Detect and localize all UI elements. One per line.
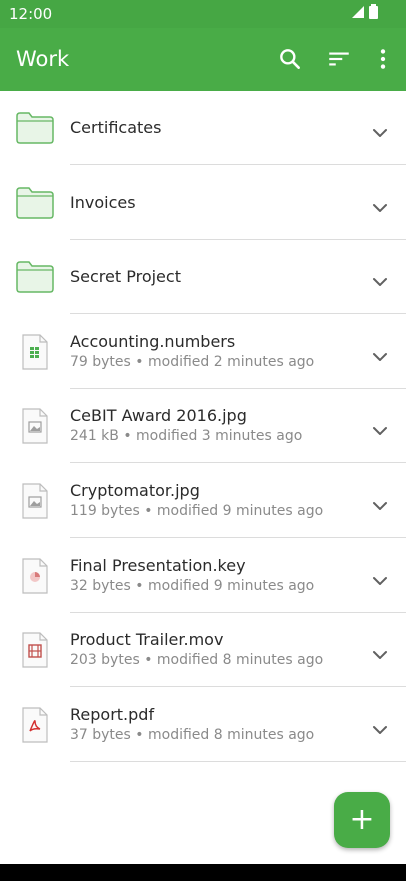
- folder-icon: [16, 261, 54, 297]
- image-file-icon: [21, 483, 49, 523]
- app-bar: Work: [0, 28, 406, 91]
- file-name: CeBIT Award 2016.jpg: [70, 406, 247, 426]
- file-meta: 79 bytes • modified 2 minutes ago: [70, 353, 315, 370]
- chevron-down-icon[interactable]: [372, 496, 388, 510]
- file-meta: 203 bytes • modified 8 minutes ago: [70, 652, 324, 669]
- spreadsheet-file-icon: [21, 334, 49, 374]
- image-file-icon: [21, 408, 49, 448]
- file-name: Final Presentation.key: [70, 555, 246, 575]
- chevron-down-icon[interactable]: [372, 123, 388, 137]
- signal-icon: [352, 6, 364, 18]
- folder-row[interactable]: Certificates: [0, 91, 406, 165]
- chevron-down-icon[interactable]: [372, 347, 388, 361]
- file-row[interactable]: Product Trailer.mov 203 bytes • modified …: [0, 613, 406, 688]
- folder-icon: [16, 112, 54, 148]
- chevron-down-icon[interactable]: [372, 198, 388, 212]
- pdf-file-icon: [21, 707, 49, 747]
- folder-name: Secret Project: [70, 267, 181, 287]
- file-row[interactable]: Cryptomator.jpg 119 bytes • modified 9 mi…: [0, 464, 406, 538]
- battery-icon: [369, 4, 378, 19]
- file-meta: 37 bytes • modified 8 minutes ago: [70, 726, 315, 743]
- file-row[interactable]: Accounting.numbers 79 bytes • modified 2 …: [0, 315, 406, 389]
- add-fab-button[interactable]: +: [334, 792, 390, 848]
- navigation-bar: [0, 864, 406, 881]
- file-row[interactable]: CeBIT Award 2016.jpg 241 kB • modified 3 …: [0, 389, 406, 464]
- file-meta: 241 kB • modified 3 minutes ago: [70, 428, 303, 445]
- divider: [70, 760, 406, 762]
- chevron-down-icon[interactable]: [372, 720, 388, 734]
- status-bar: 12:00: [0, 0, 406, 28]
- file-row[interactable]: Report.pdf 37 bytes • modified 8 minutes …: [0, 688, 406, 762]
- chevron-down-icon[interactable]: [372, 421, 388, 436]
- chevron-down-icon[interactable]: [372, 272, 388, 287]
- folder-row[interactable]: Invoices: [0, 166, 406, 240]
- page-title: Work: [16, 47, 70, 71]
- file-meta: 32 bytes • modified 9 minutes ago: [70, 577, 315, 594]
- sort-icon[interactable]: [326, 46, 352, 72]
- chevron-down-icon[interactable]: [372, 645, 388, 660]
- file-name: Report.pdf: [70, 704, 155, 724]
- file-meta: 119 bytes • modified 9 minutes ago: [70, 503, 324, 519]
- file-name: Product Trailer.mov: [70, 630, 224, 650]
- file-row[interactable]: Final Presentation.key 32 bytes • modifie…: [0, 539, 406, 613]
- chevron-down-icon[interactable]: [372, 571, 388, 585]
- status-time: 12:00: [9, 5, 53, 23]
- file-name: Accounting.numbers: [70, 331, 236, 351]
- folder-row[interactable]: Secret Project: [0, 240, 406, 315]
- search-icon[interactable]: [277, 46, 303, 72]
- video-file-icon: [21, 632, 49, 672]
- presentation-file-icon: [21, 557, 49, 598]
- more-vert-icon[interactable]: [370, 46, 396, 72]
- file-name: Cryptomator.jpg: [70, 481, 200, 500]
- folder-icon: [16, 186, 54, 223]
- folder-name: Invoices: [70, 192, 136, 212]
- folder-name: Certificates: [70, 118, 162, 137]
